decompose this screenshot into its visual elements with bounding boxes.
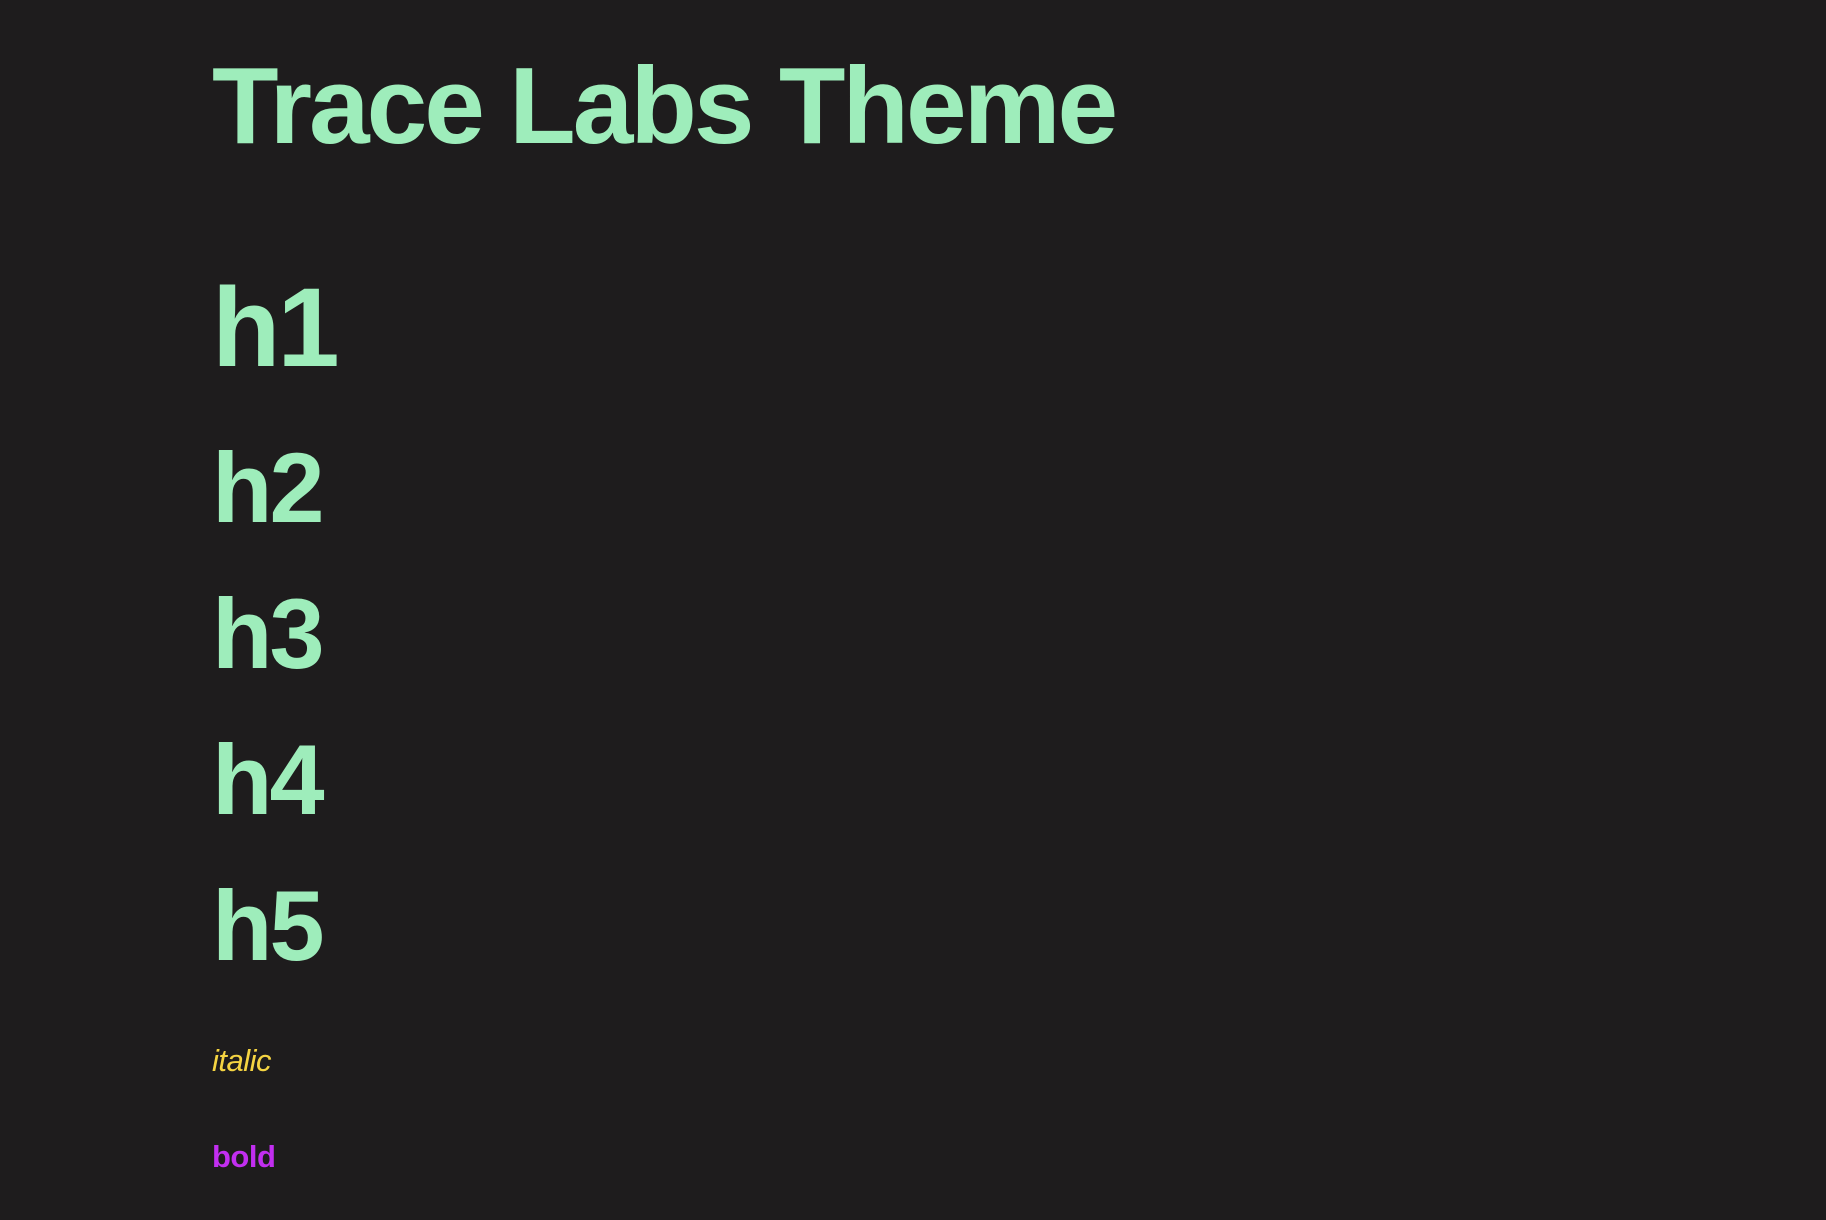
heading-h1: h1	[212, 265, 340, 390]
italic-text: italic	[212, 1043, 272, 1078]
bold-text: bold	[212, 1139, 276, 1174]
heading-h5: h5	[212, 870, 325, 981]
heading-h4: h4	[212, 724, 325, 835]
page-title: Trace Labs Theme	[212, 45, 1118, 167]
heading-h3: h3	[212, 578, 325, 689]
heading-h2: h2	[212, 432, 325, 543]
